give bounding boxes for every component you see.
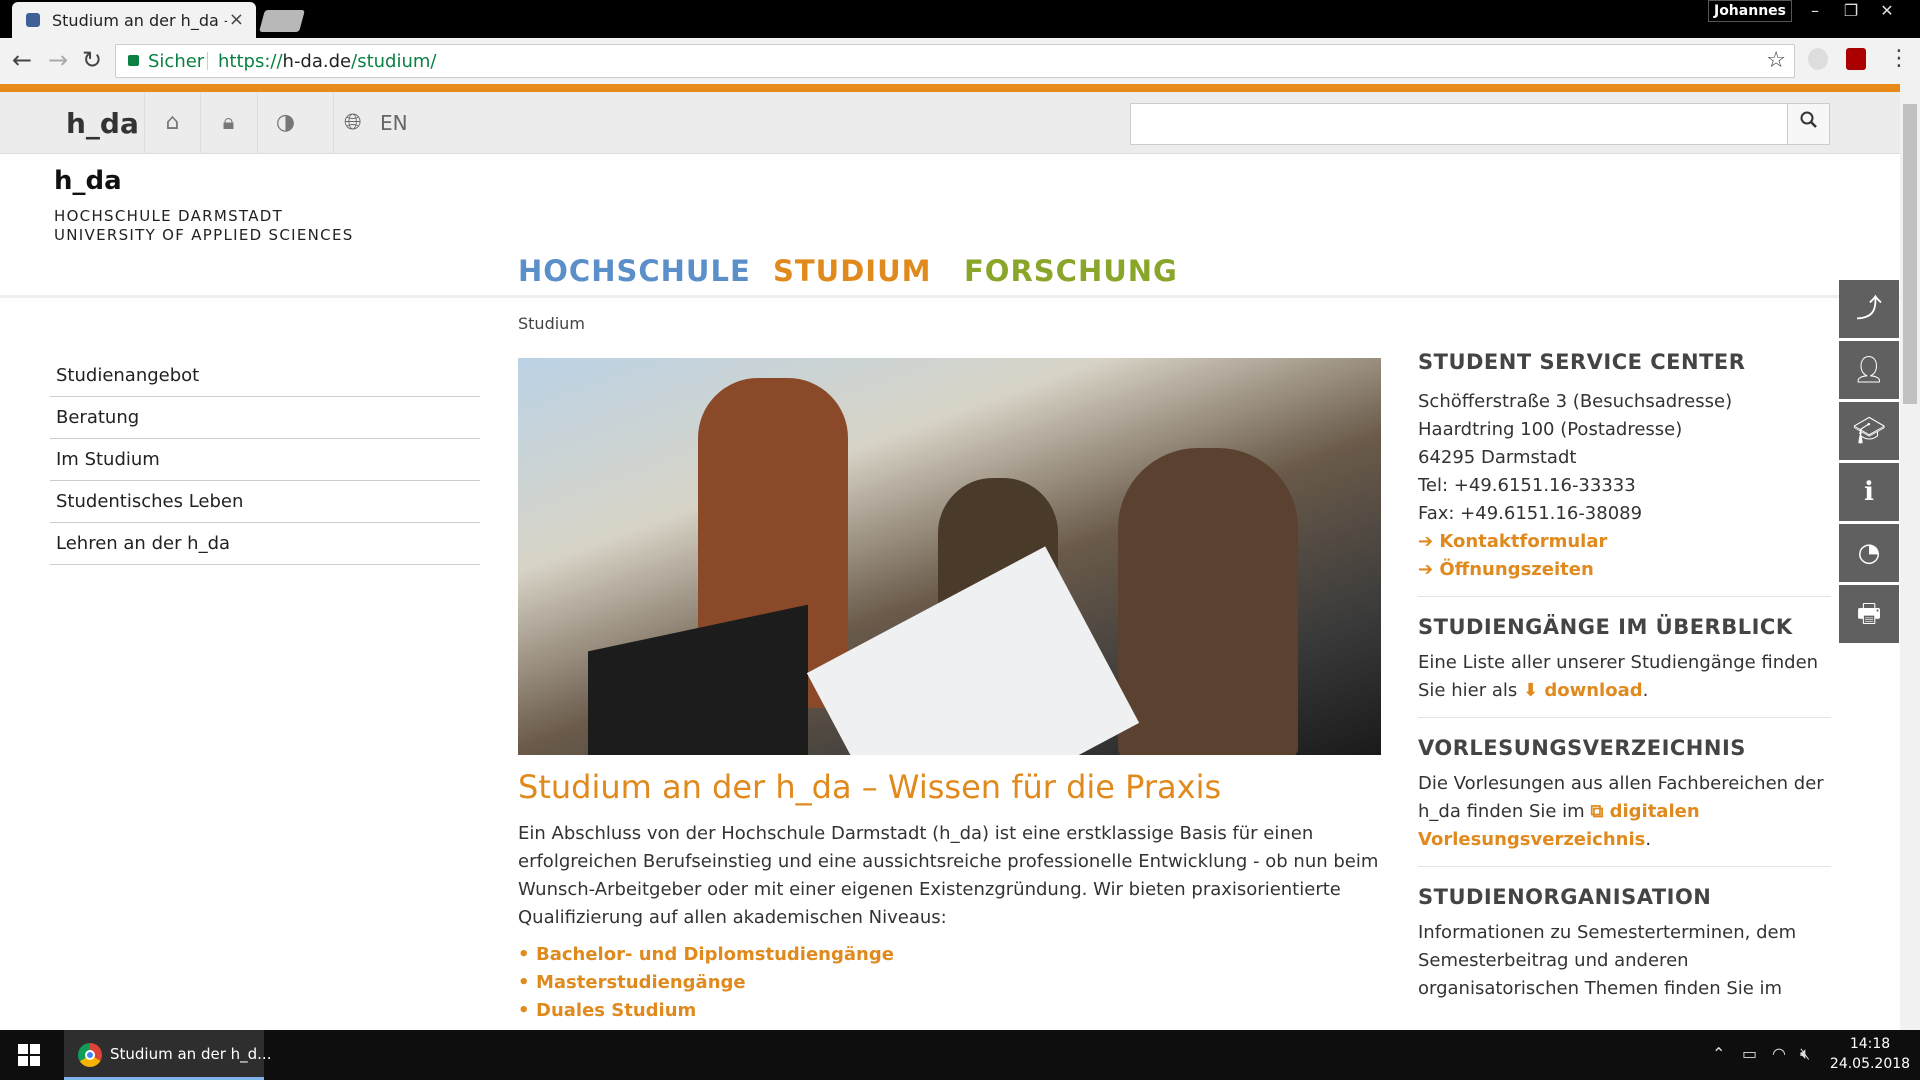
profile-button[interactable]: Johannes xyxy=(1708,0,1792,22)
bookmark-star-icon[interactable]: ☆ xyxy=(1766,48,1786,73)
link-bachelor[interactable]: • Bachelor- und Diplomstudiengänge xyxy=(518,944,894,972)
site-logo[interactable]: h_da xyxy=(54,166,122,196)
back-icon[interactable]: ← xyxy=(8,46,36,74)
logo-subtitle-1: HOCHSCHULE DARMSTADT xyxy=(54,207,284,225)
arrow-right-icon: ➔ xyxy=(1418,559,1440,580)
tab-close-icon[interactable]: × xyxy=(229,9,244,30)
page-title: Studium an der h_da – Wissen für die Pra… xyxy=(518,768,1222,806)
lock-icon xyxy=(128,55,139,66)
studienorganisation-heading: STUDIENORGANISATION xyxy=(1418,885,1712,909)
oeffnungszeiten-link[interactable]: ➔ Öffnungszeiten xyxy=(1418,556,1831,584)
lock-icon[interactable]: 🔒︎ xyxy=(200,92,256,154)
divider xyxy=(1418,866,1831,867)
rss-icon[interactable]: ◔ xyxy=(1839,524,1899,582)
arrow-right-icon: ➔ xyxy=(1418,531,1440,552)
leftnav-item-lehren[interactable]: Lehren an der h_da xyxy=(50,523,480,565)
language-label: EN xyxy=(380,111,408,135)
chrome-icon xyxy=(78,1043,102,1067)
home-icon[interactable]: ⌂ xyxy=(144,92,200,154)
download-link[interactable]: ⬇ download xyxy=(1523,680,1643,701)
security-label: Sicher xyxy=(148,51,205,72)
vorlesungsverzeichnis-text: Die Vorlesungen aus allen Fachbereichen … xyxy=(1418,773,1824,850)
os-taskbar: Studium an der h_d... ⌃ ▭ ◠ 🔇︎ 14:18 24.… xyxy=(0,1030,1920,1080)
reload-icon[interactable]: ↻ xyxy=(78,46,106,74)
windows-start-icon[interactable] xyxy=(18,1044,40,1066)
browser-menu-icon[interactable]: ⋮ xyxy=(1888,46,1910,71)
download-icon: ⬇ xyxy=(1522,680,1545,701)
tab-title: Studium an der h_da – W xyxy=(52,11,227,30)
intro-text: Ein Abschluss von der Hochschule Darmsta… xyxy=(518,823,1379,928)
taskbar-chrome-app[interactable]: Studium an der h_d... xyxy=(64,1030,271,1080)
info-icon[interactable]: ℹ xyxy=(1839,463,1899,521)
language-switch[interactable]: 🌐︎ EN xyxy=(333,92,423,154)
contrast-icon[interactable]: ◑ xyxy=(257,92,313,154)
external-link-icon: ⧉ xyxy=(1590,801,1610,822)
vorlesungsverzeichnis-heading: VORLESUNGSVERZEICHNIS xyxy=(1418,736,1746,760)
browser-tab-active[interactable]: Studium an der h_da – W × xyxy=(12,2,256,38)
breadcrumb[interactable]: Studium xyxy=(518,314,585,333)
degree-links: • Bachelor- und Diplomstudiengänge • Maste… xyxy=(518,944,894,1028)
print-icon[interactable]: 🖶︎ xyxy=(1839,585,1899,643)
nav-forschung[interactable]: FORSCHUNG xyxy=(964,254,1178,288)
browser-titlebar: Studium an der h_da – W × Johannes – ❐ ✕ xyxy=(0,0,1920,38)
taskbar-app-label: Studium an der h_d... xyxy=(110,1045,272,1063)
address-bar[interactable]: Sicher https://h-da.de/studium/ ☆ xyxy=(115,44,1795,78)
kontaktformular-link[interactable]: ➔ Kontaktformular xyxy=(1418,528,1831,556)
ssc-address-2: Haardtring 100 (Postadresse) xyxy=(1418,419,1683,440)
leftnav-item-beratung[interactable]: Beratung xyxy=(50,397,480,439)
forward-icon[interactable]: → xyxy=(44,46,72,74)
clock-time[interactable]: 14:18 xyxy=(1840,1036,1900,1052)
studienorganisation-text: Informationen zu Semesterterminen, dem S… xyxy=(1418,922,1797,999)
accent-bar xyxy=(0,84,1920,92)
share-icon[interactable]: ⤴ xyxy=(1839,280,1899,338)
ublock-icon[interactable] xyxy=(1846,48,1866,70)
site-header: h_da HOCHSCHULE DARMSTADT UNIVERSITY OF … xyxy=(0,154,1900,298)
minimize-icon[interactable]: – xyxy=(1800,0,1830,22)
restore-icon[interactable]: ❐ xyxy=(1836,0,1866,22)
ssc-heading: STUDENT SERVICE CENTER xyxy=(1418,350,1746,374)
site-topbar: h_da ⌂ 🔒︎ ◑ 🌐︎ EN xyxy=(0,92,1900,154)
clock-date[interactable]: 24.05.2018 xyxy=(1828,1056,1912,1072)
studiengaenge-text: Eine Liste aller unserer Studiengänge fi… xyxy=(1418,652,1819,701)
window-close-icon[interactable]: ✕ xyxy=(1872,0,1902,22)
leftnav-item-studentisches-leben[interactable]: Studentisches Leben xyxy=(50,481,480,523)
right-sidebar: STUDENT SERVICE CENTER Schöfferstraße 3 … xyxy=(1418,350,1831,1003)
user-icon[interactable]: 👤︎ xyxy=(1839,341,1899,399)
globe-icon: 🌐︎ xyxy=(344,110,362,135)
ssc-phone: Tel: +49.6151.16-33333 xyxy=(1418,475,1636,496)
link-dual[interactable]: • Duales Studium xyxy=(518,1000,894,1028)
link-master[interactable]: • Masterstudiengänge xyxy=(518,972,894,1000)
leftnav-item-im-studium[interactable]: Im Studium xyxy=(50,439,480,481)
favicon-icon xyxy=(26,13,40,27)
extension-icon[interactable] xyxy=(1808,48,1828,70)
left-navigation: Studienangebot Beratung Im Studium Stude… xyxy=(50,355,480,565)
scrollbar-thumb[interactable] xyxy=(1903,104,1917,404)
browser-toolbar: ← → ↻ Sicher https://h-da.de/studium/ ☆ … xyxy=(0,38,1920,84)
new-tab-button[interactable] xyxy=(259,10,305,32)
battery-icon[interactable]: ▭ xyxy=(1742,1044,1757,1063)
site-search[interactable] xyxy=(1130,103,1830,145)
logo-subtitle-2: UNIVERSITY OF APPLIED SCIENCES xyxy=(54,226,354,244)
divider xyxy=(1418,717,1831,718)
ssc-address-3: 64295 Darmstadt xyxy=(1418,447,1577,468)
topbar-logo[interactable]: h_da xyxy=(66,107,139,140)
graduation-cap-icon[interactable]: 🎓︎ xyxy=(1839,402,1899,460)
studiengaenge-heading: STUDIENGÄNGE IM ÜBERBLICK xyxy=(1418,615,1793,639)
url-text: https://h-da.de/studium/ xyxy=(218,51,437,72)
page-scrollbar[interactable] xyxy=(1900,84,1920,1030)
ssc-fax: Fax: +49.6151.16-38089 xyxy=(1418,503,1643,524)
divider xyxy=(1418,596,1831,597)
tray-chevron-icon[interactable]: ⌃ xyxy=(1712,1044,1725,1063)
leftnav-item-studienangebot[interactable]: Studienangebot xyxy=(50,355,480,397)
wifi-icon[interactable]: ◠ xyxy=(1772,1044,1786,1063)
ssc-address-1: Schöfferstraße 3 (Besuchsadresse) xyxy=(1418,391,1733,412)
volume-muted-icon[interactable]: 🔇︎ xyxy=(1800,1044,1810,1064)
side-toolbar: ⤴ 👤︎ 🎓︎ ℹ ◔ 🖶︎ xyxy=(1839,280,1899,646)
nav-studium[interactable]: STUDIUM xyxy=(773,254,932,288)
search-icon[interactable] xyxy=(1787,104,1829,144)
nav-hochschule[interactable]: HOCHSCHULE xyxy=(518,254,751,288)
divider xyxy=(207,52,208,70)
hero-image xyxy=(518,358,1381,755)
